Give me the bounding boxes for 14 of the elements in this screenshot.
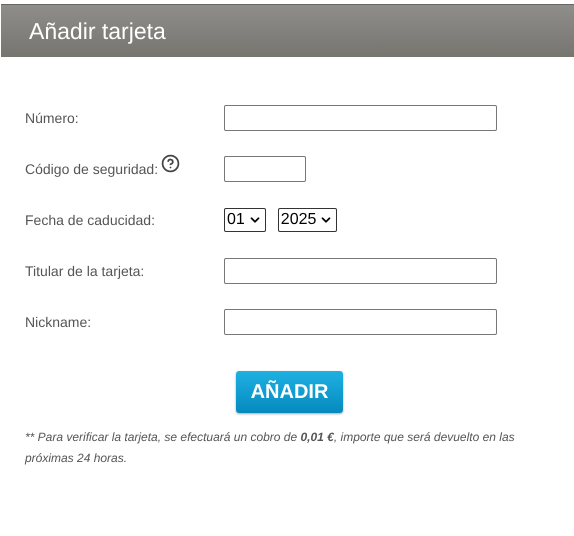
input-field[interactable] <box>224 156 306 182</box>
field-label: Fecha de caducidad: <box>25 212 155 228</box>
input-field[interactable] <box>224 104 497 130</box>
field-label: Código de seguridad: <box>25 160 158 176</box>
input-field[interactable] <box>224 258 497 284</box>
help-icon[interactable] <box>161 154 180 173</box>
input-field[interactable] <box>224 308 497 334</box>
field-label: Número: <box>25 110 79 126</box>
field-label: Titular de la tarjeta: <box>25 262 144 278</box>
field-label: Nickname: <box>25 314 92 330</box>
dropdown[interactable]: 2025 <box>278 208 338 232</box>
dropdown[interactable]: 01 <box>224 208 266 232</box>
note-text: ** Para verificar la tarjeta, se efectuará un cobro de 0,01 €, importe que será devuelto en las próximas 24 horas. <box>25 429 516 467</box>
page-title: Añadir tarjeta <box>29 18 166 44</box>
